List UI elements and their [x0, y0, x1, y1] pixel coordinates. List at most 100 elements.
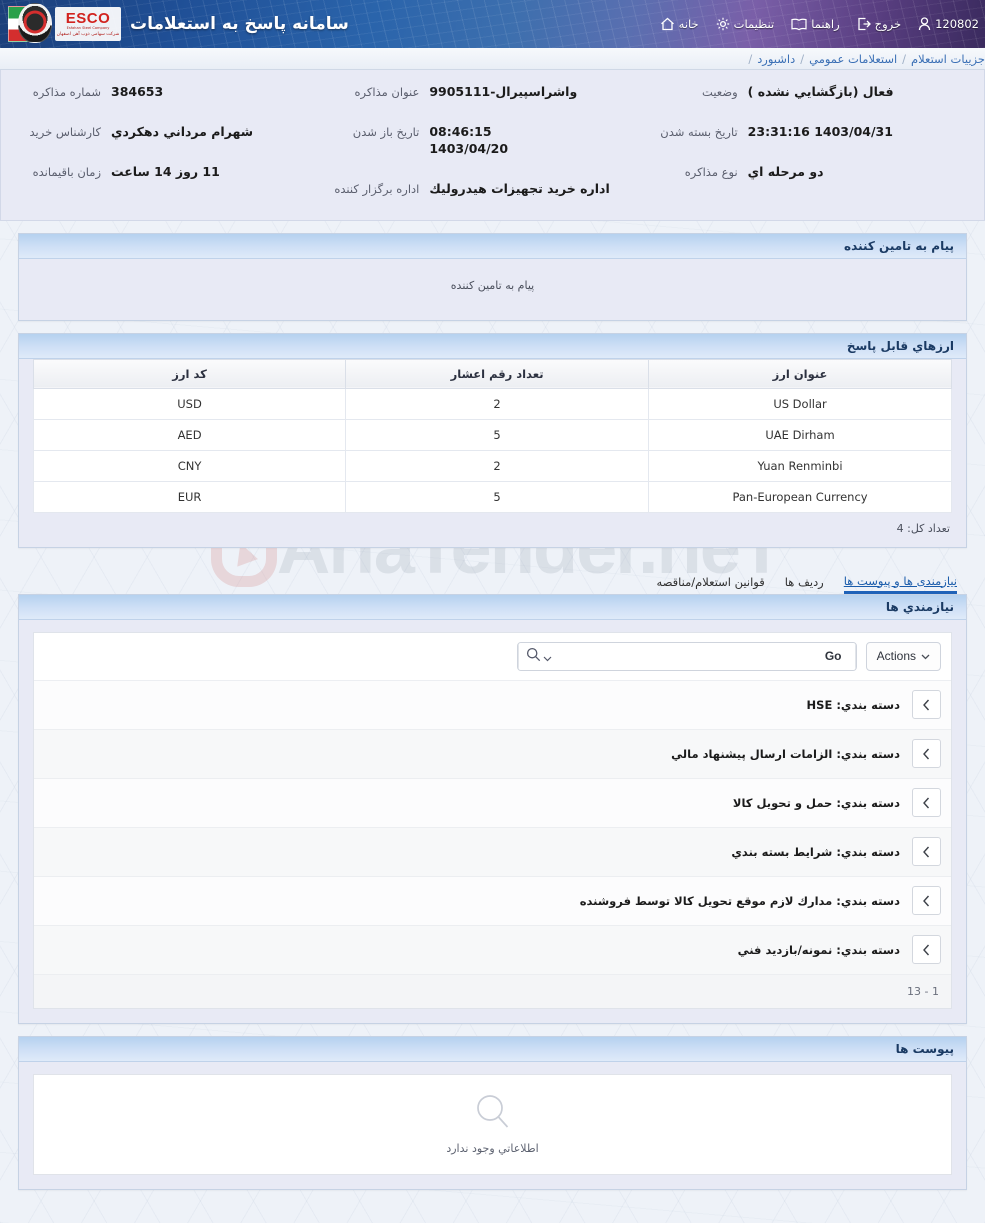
- gear-icon: [716, 17, 730, 31]
- summary-department-label: اداره برگزار کننده: [334, 181, 420, 196]
- cell-decimals: 2: [345, 449, 650, 482]
- list-item-label: دسته بندي: الزامات ارسال پیشنهاد مالي: [671, 746, 900, 761]
- nav-home-label: خانه: [678, 17, 699, 31]
- list-item[interactable]: دسته بندي: حمل و تحویل کالا: [34, 778, 951, 828]
- message-panel-title: پیام به تامین کننده: [844, 238, 954, 253]
- cell-currency-name: US Dollar: [648, 387, 952, 420]
- tab-requirements-attachments[interactable]: نیازمندی ها و پیوست ها: [843, 574, 957, 594]
- summary-status-value: فعال (بازگشایي نشده ): [747, 84, 894, 99]
- currency-total-label: تعداد کل: 4: [19, 512, 966, 547]
- actions-button[interactable]: Actions: [865, 641, 941, 671]
- cell-decimals: 5: [345, 480, 650, 513]
- summary-negotiation-type-value: دو مرحله اي: [747, 163, 824, 179]
- cell-decimals: 5: [345, 418, 650, 451]
- list-item-label: دسته بندي: مدارك لازم موقع تحویل کالا تو…: [579, 893, 900, 908]
- summary-department-value: اداره خرید تجهیزات هیدرولیك: [429, 180, 610, 196]
- search-group: Go: [516, 641, 857, 671]
- esco-logo-word: ESCO: [65, 9, 111, 27]
- table-row: Pan-European Currency 5 EUR: [32, 480, 952, 513]
- summary-buyer-value: شهرام مرداني دهکردي: [111, 123, 254, 139]
- nav-logout-label: خروج: [874, 17, 902, 31]
- cell-decimals: 2: [345, 387, 650, 420]
- cell-currency-code: EUR: [32, 480, 347, 513]
- summary-field-negotiation-type: دو مرحله اي نوع مذاکره: [652, 164, 970, 181]
- column-header-decimals: تعداد رقم اعشار: [345, 358, 650, 389]
- breadcrumb-item-public-inquiries[interactable]: استعلامات عمومي: [809, 52, 897, 66]
- table-header-row: عنوان ارز تعداد رقم اعشار كد ارز: [32, 358, 952, 389]
- attachments-empty-text: اطلاعاتي وجود ندارد: [446, 1142, 539, 1155]
- nav-item-logout[interactable]: خروج: [857, 17, 901, 31]
- requirements-panel: نیازمندي ها Actions Go دسته بندي: HSE دس…: [18, 593, 967, 1024]
- summary-field-department: اداره خرید تجهیزات هیدرولیك اداره برگزار…: [333, 181, 651, 198]
- detail-tabs: نیازمندی ها و پیوست ها ردیف ها قوانین اس…: [18, 560, 967, 594]
- breadcrumb: جزییات استعلام / استعلامات عمومي / داشبو…: [748, 52, 985, 66]
- list-item[interactable]: دسته بندي: شرایط بسته بندي: [34, 827, 951, 877]
- list-item[interactable]: دسته بندي: نمونه/بازدید فني: [34, 925, 951, 975]
- summary-field-close-date: 1403/04/31 23:31:16 تاریخ بسته شدن: [652, 124, 970, 141]
- summary-column-left: فعال (بازگشایي نشده ) وضعیت 1403/04/31 2…: [652, 80, 970, 198]
- summary-column-right: 384653 شماره مذاکره شهرام مرداني دهکردي …: [15, 80, 333, 198]
- tab-lines[interactable]: ردیف ها: [785, 575, 824, 594]
- summary-field-status: فعال (بازگشایي نشده ) وضعیت: [652, 84, 970, 101]
- message-text: پیام به تامین کننده: [450, 278, 535, 292]
- list-item-label: دسته بندي: حمل و تحویل کالا: [732, 795, 900, 810]
- cell-currency-name: UAE Dirham: [648, 418, 952, 451]
- requirements-panel-title: نیازمندي ها: [885, 599, 954, 614]
- summary-field-buyer: شهرام مرداني دهکردي کارشناس خرید: [15, 124, 333, 141]
- summary-negotiation-type-label: نوع مذاکره: [684, 164, 738, 179]
- breadcrumb-item-details[interactable]: جزییات استعلام: [911, 52, 985, 66]
- search-icon: [474, 1093, 512, 1135]
- nav-item-user[interactable]: 120802: [918, 17, 979, 31]
- nav-help-label: راهنما: [811, 17, 840, 31]
- summary-buyer-label: کارشناس خرید: [29, 124, 102, 139]
- summary-field-number: 384653 شماره مذاکره: [15, 84, 333, 101]
- expand-chevron-left-icon[interactable]: [912, 788, 941, 817]
- summary-status-label: وضعیت: [702, 85, 738, 99]
- currency-panel: ارزهاي قابل پاسخ عنوان ارز تعداد رقم اعش…: [18, 332, 967, 548]
- nav-user-label: 120802: [935, 17, 979, 31]
- list-item[interactable]: دسته بندي: مدارك لازم موقع تحویل کالا تو…: [34, 876, 951, 926]
- go-button[interactable]: Go: [811, 642, 856, 670]
- expand-chevron-left-icon[interactable]: [912, 739, 941, 768]
- attachments-panel-header: پیوست ها: [19, 1036, 966, 1062]
- currency-table: عنوان ارز تعداد رقم اعشار كد ارز US Doll…: [32, 358, 952, 513]
- app-header: 120802 خروج راهنما تنظیمات خانه سامانه پ…: [0, 0, 985, 48]
- nav-settings-label: تنظیمات: [733, 17, 775, 31]
- message-panel-header: پیام به تامین کننده: [19, 233, 966, 259]
- list-item[interactable]: دسته بندي: الزامات ارسال پیشنهاد مالي: [34, 729, 951, 779]
- pagination-label[interactable]: 13 - 1: [34, 974, 951, 1008]
- search-dropdown-button[interactable]: [517, 642, 560, 670]
- table-row: Yuan Renminbi 2 CNY: [32, 449, 952, 482]
- list-item-label: دسته بندي: شرایط بسته بندي: [731, 844, 900, 859]
- summary-open-date-label: تاریخ باز شدن: [352, 124, 420, 139]
- tab-rules[interactable]: قوانین استعلام/مناقصه: [657, 575, 765, 594]
- header-nav: 120802 خروج راهنما تنظیمات خانه: [660, 17, 979, 31]
- requirements-toolbar: Actions Go: [34, 632, 951, 681]
- app-title: سامانه پاسخ به استعلامات: [130, 14, 349, 34]
- requirements-region: Actions Go دسته بندي: HSE دسته بندي: الز…: [33, 631, 952, 1009]
- nav-item-help[interactable]: راهنما: [791, 17, 840, 31]
- expand-chevron-left-icon[interactable]: [912, 886, 941, 915]
- breadcrumb-item-dashboard[interactable]: داشبورد: [757, 52, 795, 66]
- column-header-currency-code: كد ارز: [32, 358, 347, 389]
- search-input[interactable]: [559, 642, 812, 670]
- expand-chevron-left-icon[interactable]: [912, 837, 941, 866]
- summary-field-open-date: 08:46:15 1403/04/20 تاریخ باز شدن: [333, 124, 651, 158]
- company-seal-icon: [18, 3, 52, 43]
- nav-item-home[interactable]: خانه: [660, 17, 699, 31]
- currency-panel-title: ارزهاي قابل پاسخ: [846, 338, 954, 353]
- expand-chevron-left-icon[interactable]: [912, 935, 941, 964]
- attachments-panel: پیوست ها اطلاعاتي وجود ندارد: [18, 1035, 967, 1190]
- summary-title-label: عنوان مذاکره: [354, 85, 420, 99]
- summary-time-remaining-value: 11 روز 14 ساعت: [111, 163, 220, 179]
- cell-currency-code: CNY: [32, 449, 347, 482]
- summary-time-remaining-label: زمان باقیمانده: [32, 164, 102, 179]
- summary-field-time-remaining: 11 روز 14 ساعت زمان باقیمانده: [15, 164, 333, 181]
- list-item[interactable]: دسته بندي: HSE: [34, 680, 951, 730]
- summary-column-middle: واشراسپیرال-9905111 عنوان مذاکره 08:46:1…: [333, 80, 651, 198]
- home-icon: [660, 17, 675, 31]
- message-panel: پیام به تامین کننده پیام به تامین کننده: [18, 232, 967, 321]
- cell-currency-name: Pan-European Currency: [648, 480, 952, 513]
- nav-item-settings[interactable]: تنظیمات: [716, 17, 775, 31]
- expand-chevron-left-icon[interactable]: [912, 690, 941, 719]
